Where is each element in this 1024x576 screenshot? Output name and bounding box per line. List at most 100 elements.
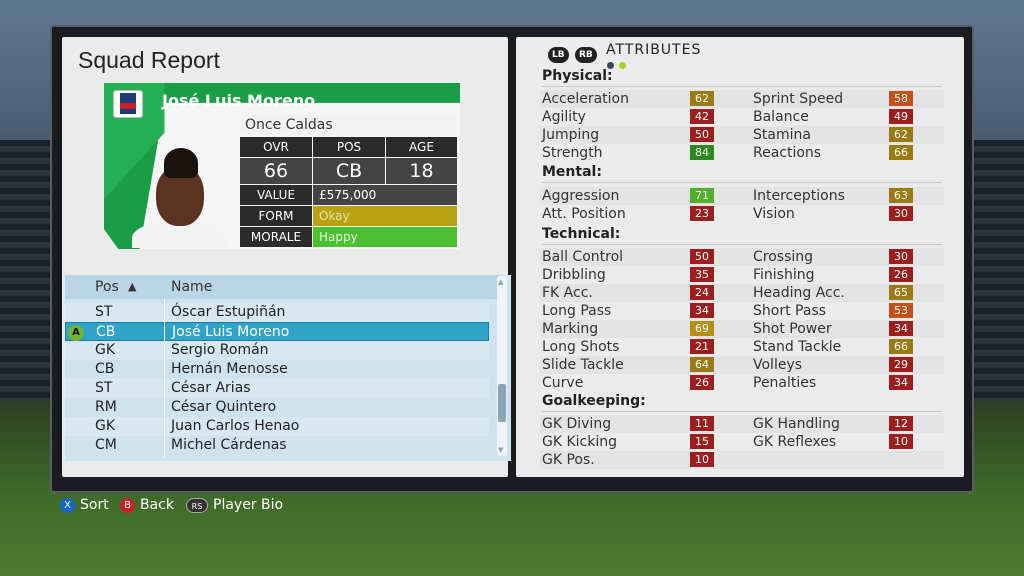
scroll-down-icon[interactable]: ▼ xyxy=(498,446,503,454)
attribute-row: FK Acc. 24 xyxy=(542,284,714,302)
attribute-label: Long Pass xyxy=(542,303,612,319)
technical-heading: Technical: xyxy=(542,226,621,242)
attribute-label: Ball Control xyxy=(542,249,624,265)
attribute-value: 58 xyxy=(889,91,913,106)
list-item[interactable]: CB Hernán Menosse xyxy=(65,360,489,379)
attribute-value: 30 xyxy=(889,206,913,221)
attribute-label: Interceptions xyxy=(753,188,845,204)
attribute-label: Sprint Speed xyxy=(753,91,844,107)
attribute-value: 23 xyxy=(690,206,714,221)
attribute-row: Att. Position 23 xyxy=(542,205,714,223)
back-control[interactable]: B Back xyxy=(120,497,174,513)
club-name: Once Caldas xyxy=(240,115,455,135)
list-item-pos: CB xyxy=(95,361,115,377)
list-item-pos: ST xyxy=(95,304,113,320)
attribute-row: Slide Tackle 64 xyxy=(542,356,714,374)
list-item-name: Sergio Román xyxy=(171,342,269,358)
attribute-row: Curve 26 xyxy=(542,374,714,392)
attribute-value: 66 xyxy=(889,339,913,354)
attribute-value: 69 xyxy=(690,321,714,336)
attribute-label: Crossing xyxy=(753,249,814,265)
list-item[interactable]: CM Michel Cárdenas xyxy=(65,436,489,455)
attribute-label: Strength xyxy=(542,145,603,161)
list-item[interactable]: GK Sergio Román xyxy=(65,341,489,360)
rs-button-icon: RS xyxy=(186,497,208,513)
physical-heading: Physical: xyxy=(542,68,613,84)
attribute-row: GK Pos. 10 xyxy=(542,451,714,469)
value-amount: £575,000 xyxy=(313,185,457,205)
scrollbar-thumb[interactable] xyxy=(498,384,506,422)
attribute-value: 34 xyxy=(889,321,913,336)
attribute-row: Short Pass 53 xyxy=(753,302,913,320)
list-scrollbar[interactable]: ▲ ▼ xyxy=(497,276,507,456)
page-dot-2 xyxy=(619,62,626,69)
attribute-label: GK Pos. xyxy=(542,452,595,468)
attribute-row: Ball Control 50 xyxy=(542,248,714,266)
attribute-label: Vision xyxy=(753,206,795,222)
attribute-row: Stamina 62 xyxy=(753,126,913,144)
attribute-value: 10 xyxy=(690,452,714,467)
attribute-row: Stand Tackle 66 xyxy=(753,338,913,356)
sort-control[interactable]: X Sort xyxy=(60,497,109,513)
attribute-row: Aggression 71 xyxy=(542,187,714,205)
attribute-value: 21 xyxy=(690,339,714,354)
attribute-label: Acceleration xyxy=(542,91,629,107)
page-title: Squad Report xyxy=(78,47,220,73)
attribute-row: Finishing 26 xyxy=(753,266,913,284)
rb-button-icon[interactable]: RB xyxy=(575,47,597,63)
list-item-pos: CM xyxy=(95,437,117,453)
attribute-row: Crossing 30 xyxy=(753,248,913,266)
list-item-pos: ST xyxy=(95,380,113,396)
list-item-name: César Arias xyxy=(171,380,251,396)
lb-button-icon[interactable]: LB xyxy=(548,47,569,63)
attribute-value: 35 xyxy=(690,267,714,282)
attribute-row: Penalties 34 xyxy=(753,374,913,392)
list-item-pos: RM xyxy=(95,399,117,415)
form-label: FORM xyxy=(240,206,312,226)
form-value: Okay xyxy=(313,206,457,226)
attribute-label: Short Pass xyxy=(753,303,827,319)
attribute-value: 66 xyxy=(889,145,913,160)
attribute-value: 34 xyxy=(889,375,913,390)
column-name-header[interactable]: Name xyxy=(171,279,212,295)
attribute-row: Balance 49 xyxy=(753,108,913,126)
attribute-label: Heading Acc. xyxy=(753,285,845,301)
attribute-row: Interceptions 63 xyxy=(753,187,913,205)
attribute-value: 62 xyxy=(889,127,913,142)
attribute-row: Long Pass 34 xyxy=(542,302,714,320)
list-item[interactable]: ST Óscar Estupiñán xyxy=(65,303,489,322)
attribute-row: Marking 69 xyxy=(542,320,714,338)
attribute-label: Jumping xyxy=(542,127,600,143)
player-bio-control[interactable]: RS Player Bio xyxy=(186,497,283,513)
attribute-value: 64 xyxy=(690,357,714,372)
list-item[interactable]: RM César Quintero xyxy=(65,398,489,417)
player-name: José Luis Moreno xyxy=(162,91,316,110)
list-item-pos: GK xyxy=(95,418,116,434)
list-item-name: César Quintero xyxy=(171,399,277,415)
a-button-icon: A xyxy=(68,325,84,341)
attributes-title: ATTRIBUTES xyxy=(606,42,702,58)
attribute-row: Shot Power 34 xyxy=(753,320,913,338)
ovr-header: OVR xyxy=(240,137,312,157)
sort-arrow-icon: ▲ xyxy=(128,280,137,293)
list-item[interactable]: CB José Luis Moreno xyxy=(65,322,489,341)
scroll-up-icon[interactable]: ▲ xyxy=(498,278,503,286)
attribute-label: Stamina xyxy=(753,127,811,143)
attribute-row: Long Shots 21 xyxy=(542,338,714,356)
mental-heading: Mental: xyxy=(542,164,602,180)
age-value: 18 xyxy=(386,158,457,184)
attribute-label: Marking xyxy=(542,321,599,337)
attribute-label: Penalties xyxy=(753,375,817,391)
attribute-label: Shot Power xyxy=(753,321,832,337)
pos-value: CB xyxy=(313,158,385,184)
attribute-value: 65 xyxy=(889,285,913,300)
attribute-value: 42 xyxy=(690,109,714,124)
pos-header: POS xyxy=(313,137,385,157)
attribute-row: Reactions 66 xyxy=(753,144,913,162)
list-item-pos: CB xyxy=(96,324,116,340)
list-item[interactable]: GK Juan Carlos Henao xyxy=(65,417,489,436)
column-pos-header[interactable]: Pos xyxy=(95,279,119,295)
list-item-name: Hernán Menosse xyxy=(171,361,288,377)
list-item[interactable]: ST César Arias xyxy=(65,379,489,398)
attribute-label: Long Shots xyxy=(542,339,620,355)
